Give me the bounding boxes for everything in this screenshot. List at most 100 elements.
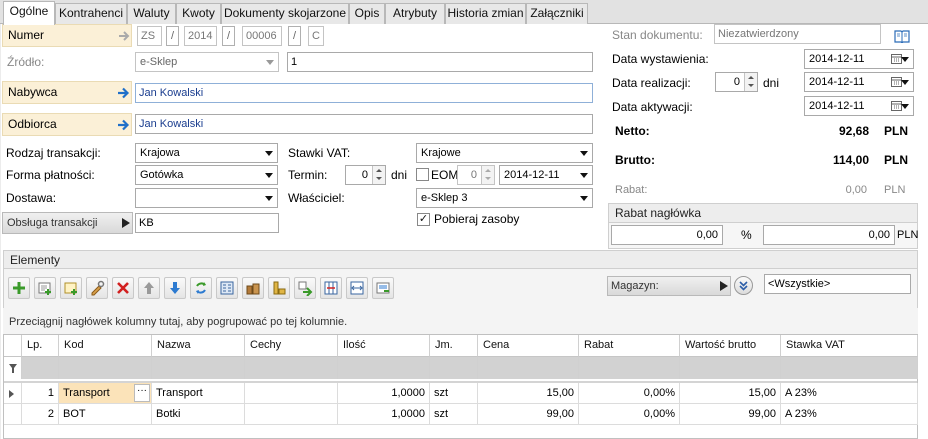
cell-stawka-vat[interactable]: A 23% bbox=[781, 383, 918, 404]
cell-nazwa[interactable]: Botki bbox=[152, 404, 245, 425]
column-header-kod[interactable]: Kod bbox=[59, 335, 152, 357]
cell-ilosc[interactable]: 1,0000 bbox=[338, 383, 430, 404]
nabywca-field[interactable]: Jan Kowalski bbox=[135, 83, 593, 103]
move-up-icon[interactable] bbox=[138, 277, 160, 299]
tab-kwoty[interactable]: Kwoty bbox=[176, 3, 221, 24]
cell-wartosc-brutto[interactable]: 99,00 bbox=[680, 404, 781, 425]
column-header-stawka-vat[interactable]: Stawka VAT bbox=[781, 335, 918, 357]
fit-icon[interactable] bbox=[346, 277, 368, 299]
row-indicator-cell[interactable] bbox=[4, 404, 22, 425]
eom-spin-buttons[interactable] bbox=[481, 166, 494, 184]
filter-cell-vat[interactable] bbox=[781, 357, 918, 379]
column-header-cena[interactable]: Cena bbox=[478, 335, 579, 357]
numer-arrow-icon[interactable] bbox=[118, 30, 130, 42]
nabywca-arrow-icon[interactable] bbox=[117, 87, 130, 99]
export-icon[interactable] bbox=[372, 277, 394, 299]
cell-jm[interactable]: szt bbox=[430, 404, 478, 425]
obsluga-transakcji-button[interactable]: Obsługa transakcji bbox=[2, 212, 133, 234]
termin-date-picker[interactable]: 2014-12-11 bbox=[499, 165, 593, 185]
cell-rabat[interactable]: 0,00% bbox=[579, 383, 680, 404]
row-indicator-cell[interactable] bbox=[4, 383, 22, 404]
column-header-jm[interactable]: Jm. bbox=[430, 335, 478, 357]
move-down-icon[interactable] bbox=[164, 277, 186, 299]
magazyn-field[interactable]: <Wszystkie> bbox=[764, 274, 911, 294]
eom-checkbox[interactable] bbox=[416, 168, 429, 181]
filter-cell-jm[interactable] bbox=[430, 357, 478, 379]
tab-historia-zmian[interactable]: Historia zmian bbox=[445, 3, 526, 24]
edit-icon[interactable] bbox=[86, 277, 108, 299]
kod-lookup-button[interactable]: ··· bbox=[134, 384, 150, 402]
delete-icon[interactable] bbox=[112, 277, 134, 299]
data-realizacji-picker[interactable]: 2014-12-11 bbox=[804, 72, 914, 92]
zrodlo-select[interactable]: e-Sklep bbox=[135, 52, 279, 72]
column-header-wartosc-brutto[interactable]: Wartość brutto bbox=[680, 335, 781, 357]
tab-ogolne[interactable]: Ogólne bbox=[3, 1, 55, 25]
stawki-vat-select[interactable]: Krajowe bbox=[416, 143, 593, 163]
calculator-icon[interactable] bbox=[216, 277, 238, 299]
split-icon[interactable] bbox=[294, 277, 316, 299]
cell-nazwa[interactable]: Transport bbox=[152, 383, 245, 404]
magazyn-button[interactable]: Magazyn: bbox=[607, 276, 731, 296]
cell-cechy[interactable] bbox=[245, 383, 338, 404]
termin-spin-buttons[interactable] bbox=[372, 166, 385, 184]
obsluga-transakcji-field[interactable]: KB bbox=[135, 213, 279, 233]
data-aktywacji-picker[interactable]: 2014-12-11 bbox=[804, 96, 914, 116]
data-wystawienia-picker[interactable]: 2014-12-11 bbox=[804, 49, 914, 69]
eom-stepper[interactable]: 0 bbox=[457, 165, 495, 185]
pobieraj-zasoby-checkbox[interactable]: ✓ bbox=[417, 213, 430, 226]
cell-cena[interactable]: 99,00 bbox=[478, 404, 579, 425]
add-from-list-icon[interactable] bbox=[34, 277, 56, 299]
book-icon[interactable] bbox=[894, 29, 911, 43]
magazyn-expand-button[interactable] bbox=[734, 276, 753, 295]
rabat-amount-field[interactable]: 0,00 bbox=[763, 225, 895, 245]
odbiorca-field[interactable]: Jan Kowalski bbox=[135, 114, 593, 134]
tab-dokumenty-skojarzone[interactable]: Dokumenty skojarzone bbox=[221, 3, 349, 24]
tab-waluty[interactable]: Waluty bbox=[127, 3, 176, 24]
column-header-rabat[interactable]: Rabat bbox=[579, 335, 680, 357]
cell-wartosc-brutto[interactable]: 15,00 bbox=[680, 383, 781, 404]
filter-cell-nazwa[interactable] bbox=[152, 357, 245, 379]
wlasciciel-select[interactable]: e-Sklep 3 bbox=[416, 188, 593, 208]
add-multiple-icon[interactable] bbox=[60, 277, 82, 299]
cell-cena[interactable]: 15,00 bbox=[478, 383, 579, 404]
numer-year-field[interactable]: 2014 bbox=[184, 26, 217, 46]
cell-lp[interactable]: 2 bbox=[22, 404, 59, 425]
cell-cechy[interactable] bbox=[245, 404, 338, 425]
cell-jm[interactable]: szt bbox=[430, 383, 478, 404]
column-header-ilosc[interactable]: Ilość bbox=[338, 335, 430, 357]
numer-prefix-field[interactable]: ZS bbox=[137, 26, 162, 46]
tab-zalaczniki[interactable]: Załączniki bbox=[526, 3, 588, 24]
cell-kod[interactable]: BOT bbox=[59, 404, 152, 425]
stock-icon[interactable] bbox=[242, 277, 264, 299]
odbiorca-arrow-icon[interactable] bbox=[117, 119, 130, 131]
filter-cell-ilosc[interactable] bbox=[338, 357, 430, 379]
forma-platnosci-select[interactable]: Gotówka bbox=[135, 165, 278, 185]
column-header-nazwa[interactable]: Nazwa bbox=[152, 335, 245, 357]
cell-kod[interactable]: Transport ··· bbox=[59, 383, 152, 404]
zrodlo-number-field[interactable]: 1 bbox=[287, 52, 593, 72]
cell-ilosc[interactable]: 1,0000 bbox=[338, 404, 430, 425]
filter-cell-lp[interactable] bbox=[22, 357, 59, 379]
tab-kontrahenci[interactable]: Kontrahenci bbox=[55, 3, 127, 24]
refresh-icon[interactable] bbox=[190, 277, 212, 299]
filter-cell-rabat[interactable] bbox=[579, 357, 680, 379]
add-icon[interactable] bbox=[8, 277, 30, 299]
column-header-lp[interactable]: Lp. bbox=[22, 335, 59, 357]
filter-icon[interactable] bbox=[9, 364, 17, 373]
numer-suffix-field[interactable]: C bbox=[308, 26, 324, 46]
filter-cell-cechy[interactable] bbox=[245, 357, 338, 379]
numer-counter-field[interactable]: 00006 bbox=[242, 26, 282, 46]
dostawa-select[interactable] bbox=[135, 188, 278, 208]
filter-cell-cena[interactable] bbox=[478, 357, 579, 379]
termin-stepper[interactable]: 0 bbox=[345, 165, 386, 185]
filter-cell-kod[interactable] bbox=[59, 357, 152, 379]
tab-atrybuty[interactable]: Atrybuty bbox=[385, 3, 445, 24]
tab-opis[interactable]: Opis bbox=[349, 3, 385, 24]
cell-lp[interactable]: 1 bbox=[22, 383, 59, 404]
rodzaj-transakcji-select[interactable]: Krajowa bbox=[135, 143, 278, 163]
column-header-cechy[interactable]: Cechy bbox=[245, 335, 338, 357]
cell-rabat[interactable]: 0,00% bbox=[579, 404, 680, 425]
rabat-percent-field[interactable]: 0,00 bbox=[611, 225, 723, 245]
dni-realizacji-stepper[interactable]: 0 bbox=[715, 72, 758, 92]
stack-icon[interactable] bbox=[268, 277, 290, 299]
